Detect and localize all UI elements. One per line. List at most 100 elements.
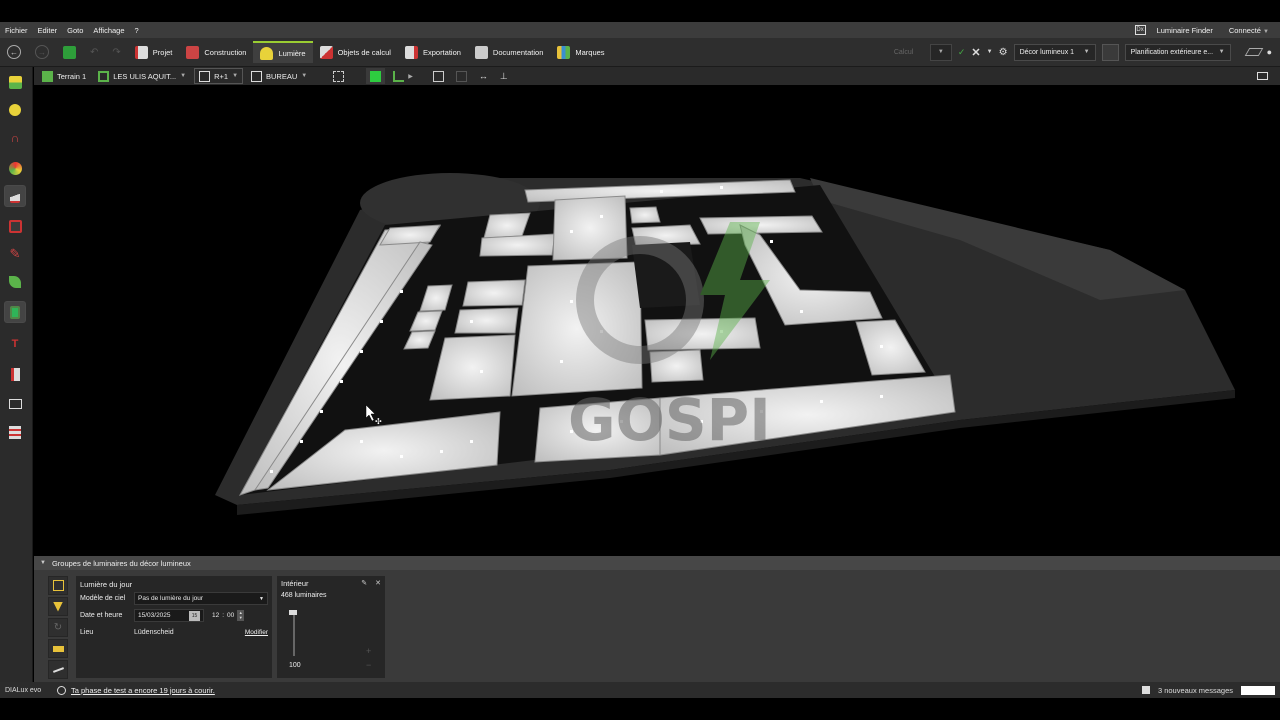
view-floor-button[interactable]: ▶	[389, 68, 417, 84]
chevron-down-icon[interactable]: ▼	[987, 49, 993, 55]
trial-notice[interactable]: Ta phase de test a encore 19 jours à cou…	[57, 685, 215, 695]
date-time-label: Date et heure	[80, 612, 123, 619]
street-group-button[interactable]	[48, 660, 68, 679]
room-selector[interactable]: BUREAU ▼	[247, 68, 311, 84]
chevron-down-icon: ▼	[259, 595, 264, 602]
gear-icon[interactable]: ⚙	[999, 47, 1008, 58]
text-icon: T	[11, 338, 19, 350]
luminaire-groups-panel: ▼ Groupes de luminaires du décor lumineu…	[34, 556, 1280, 682]
axis-button[interactable]: ⊥	[496, 68, 512, 84]
chevron-down-icon: ▼	[1263, 28, 1269, 35]
rectangle-tool-button[interactable]	[4, 393, 26, 415]
tab-marques[interactable]: Marques	[550, 41, 611, 63]
modify-location-link[interactable]: Modifier	[245, 629, 268, 636]
light-scene-select[interactable]: Décor lumineux 1 ▼	[1013, 43, 1096, 61]
calc-options-dropdown[interactable]: ▼	[929, 43, 952, 61]
room-select-tool-button[interactable]	[4, 215, 26, 237]
measure-button[interactable]: ↔	[475, 68, 492, 84]
tab-lumiere[interactable]: Lumière	[253, 41, 313, 63]
decrease-icon[interactable]: −	[366, 660, 371, 670]
edit-icon[interactable]: ✎	[361, 579, 367, 587]
increase-icon[interactable]: +	[366, 646, 371, 656]
color-tool-button[interactable]	[4, 157, 26, 179]
3d-viewport[interactable]: GOSPI ✣	[34, 85, 1280, 555]
menu-goto[interactable]: Goto	[62, 26, 88, 35]
landscape-tool-button[interactable]	[4, 301, 26, 323]
close-icon[interactable]: ✕	[971, 46, 980, 59]
close-icon[interactable]: ✕	[375, 579, 381, 587]
trial-text: Ta phase de test a encore 19 jours à cou…	[71, 685, 215, 695]
date-input[interactable]: 15/03/2025 15	[134, 609, 204, 622]
dimmer-slider-track[interactable]	[293, 612, 295, 656]
exterior-group-button[interactable]	[48, 639, 68, 658]
luminaire-tool-button[interactable]	[4, 71, 26, 93]
letterbox-bottom	[0, 698, 1280, 720]
calc-button[interactable]: Calcul	[894, 44, 924, 60]
project-icon	[134, 45, 148, 59]
tab-construction[interactable]: Construction	[179, 41, 253, 63]
light-scene-settings-button[interactable]	[1101, 43, 1119, 61]
move-cursor-icon: ✣	[375, 417, 382, 426]
calendar-icon[interactable]: 15	[189, 610, 200, 621]
arrow-left-icon: ←	[7, 45, 21, 59]
hour-value[interactable]: 12	[212, 612, 219, 619]
arrange-tool-button[interactable]	[4, 185, 26, 207]
connected-dropdown[interactable]: Connecté ▼	[1224, 26, 1274, 35]
select-area-button[interactable]	[329, 68, 348, 84]
minute-value[interactable]: 00	[227, 612, 234, 619]
sky-model-select[interactable]: Pas de lumière du jour ▼	[134, 592, 268, 605]
exterior-planning-select[interactable]: Planification extérieure e... ▼	[1124, 43, 1231, 61]
tab-objets-de-calcul[interactable]: Objets de calcul	[313, 41, 398, 63]
zoom-extents-button[interactable]	[429, 68, 448, 84]
interior-group-button[interactable]	[48, 597, 68, 616]
tab-projet[interactable]: Projet	[128, 41, 180, 63]
menu-bar: Fichier Editer Goto Affichage ? Dx Lumin…	[0, 22, 1280, 38]
monitor-icon	[1257, 72, 1268, 80]
magnet-tool-button[interactable]: ∩	[4, 127, 26, 149]
tab-documentation[interactable]: Documentation	[468, 41, 550, 63]
level-selector[interactable]: R+1 ▼	[194, 68, 244, 84]
time-spinner[interactable]: ▲ ▼	[237, 610, 245, 621]
room-icon	[251, 70, 263, 82]
view-plane-icon[interactable]	[1244, 48, 1263, 56]
menu-affichage[interactable]: Affichage	[88, 26, 129, 35]
messages-text[interactable]: 3 nouveaux messages	[1158, 686, 1233, 695]
panel-header[interactable]: ▼ Groupes de luminaires du décor lumineu…	[34, 556, 1280, 570]
building-selector[interactable]: LES ULIS AQUIT... ▼	[94, 68, 190, 84]
text-tool-button[interactable]: T	[4, 333, 26, 355]
daylight-group-button[interactable]	[48, 576, 68, 595]
user-icon[interactable]: ●	[1267, 47, 1272, 57]
messages-indicator[interactable]	[1241, 685, 1275, 695]
menu-editer[interactable]: Editer	[33, 26, 63, 35]
undo-button[interactable]: ↶	[83, 41, 105, 63]
fullscreen-button[interactable]	[1253, 68, 1272, 84]
wrench-tool-button[interactable]: ✎	[4, 243, 26, 265]
array-tool-button[interactable]	[4, 421, 26, 443]
zoom-button[interactable]	[452, 68, 471, 84]
luminaire-finder-button[interactable]: Luminaire Finder	[1152, 26, 1218, 35]
forward-button[interactable]: →	[28, 41, 56, 63]
tab-label: Marques	[575, 47, 605, 57]
luminaire-finder-icon[interactable]: Dx	[1134, 25, 1146, 35]
collapse-icon[interactable]: ▼	[40, 560, 46, 566]
panel-tool-column: ↻	[48, 576, 70, 680]
door-tool-button[interactable]	[4, 363, 26, 385]
menu-help[interactable]: ?	[130, 26, 144, 35]
tab-exportation[interactable]: Exportation	[398, 41, 468, 63]
menu-fichier[interactable]: Fichier	[0, 26, 33, 35]
chevron-down-icon: ▼	[232, 73, 239, 79]
light-scene-value: Décor lumineux 1	[1019, 48, 1075, 56]
back-button[interactable]: ←	[0, 41, 28, 63]
bulb-icon	[9, 104, 21, 116]
dimmer-value[interactable]: 100	[289, 662, 301, 669]
redo-button[interactable]: ↷	[105, 41, 127, 63]
dimmer-slider-knob[interactable]	[289, 610, 297, 615]
terrain-selector[interactable]: Terrain 1	[38, 68, 90, 84]
time-separator: :	[222, 612, 225, 619]
refresh-button[interactable]: ↻	[48, 618, 68, 637]
save-button[interactable]	[56, 41, 83, 63]
bulb-tool-button[interactable]	[4, 99, 26, 121]
leaf-tool-button[interactable]	[4, 271, 26, 293]
view-3d-button[interactable]	[366, 68, 386, 84]
time-input[interactable]: 12:00 ▲ ▼	[212, 610, 245, 621]
